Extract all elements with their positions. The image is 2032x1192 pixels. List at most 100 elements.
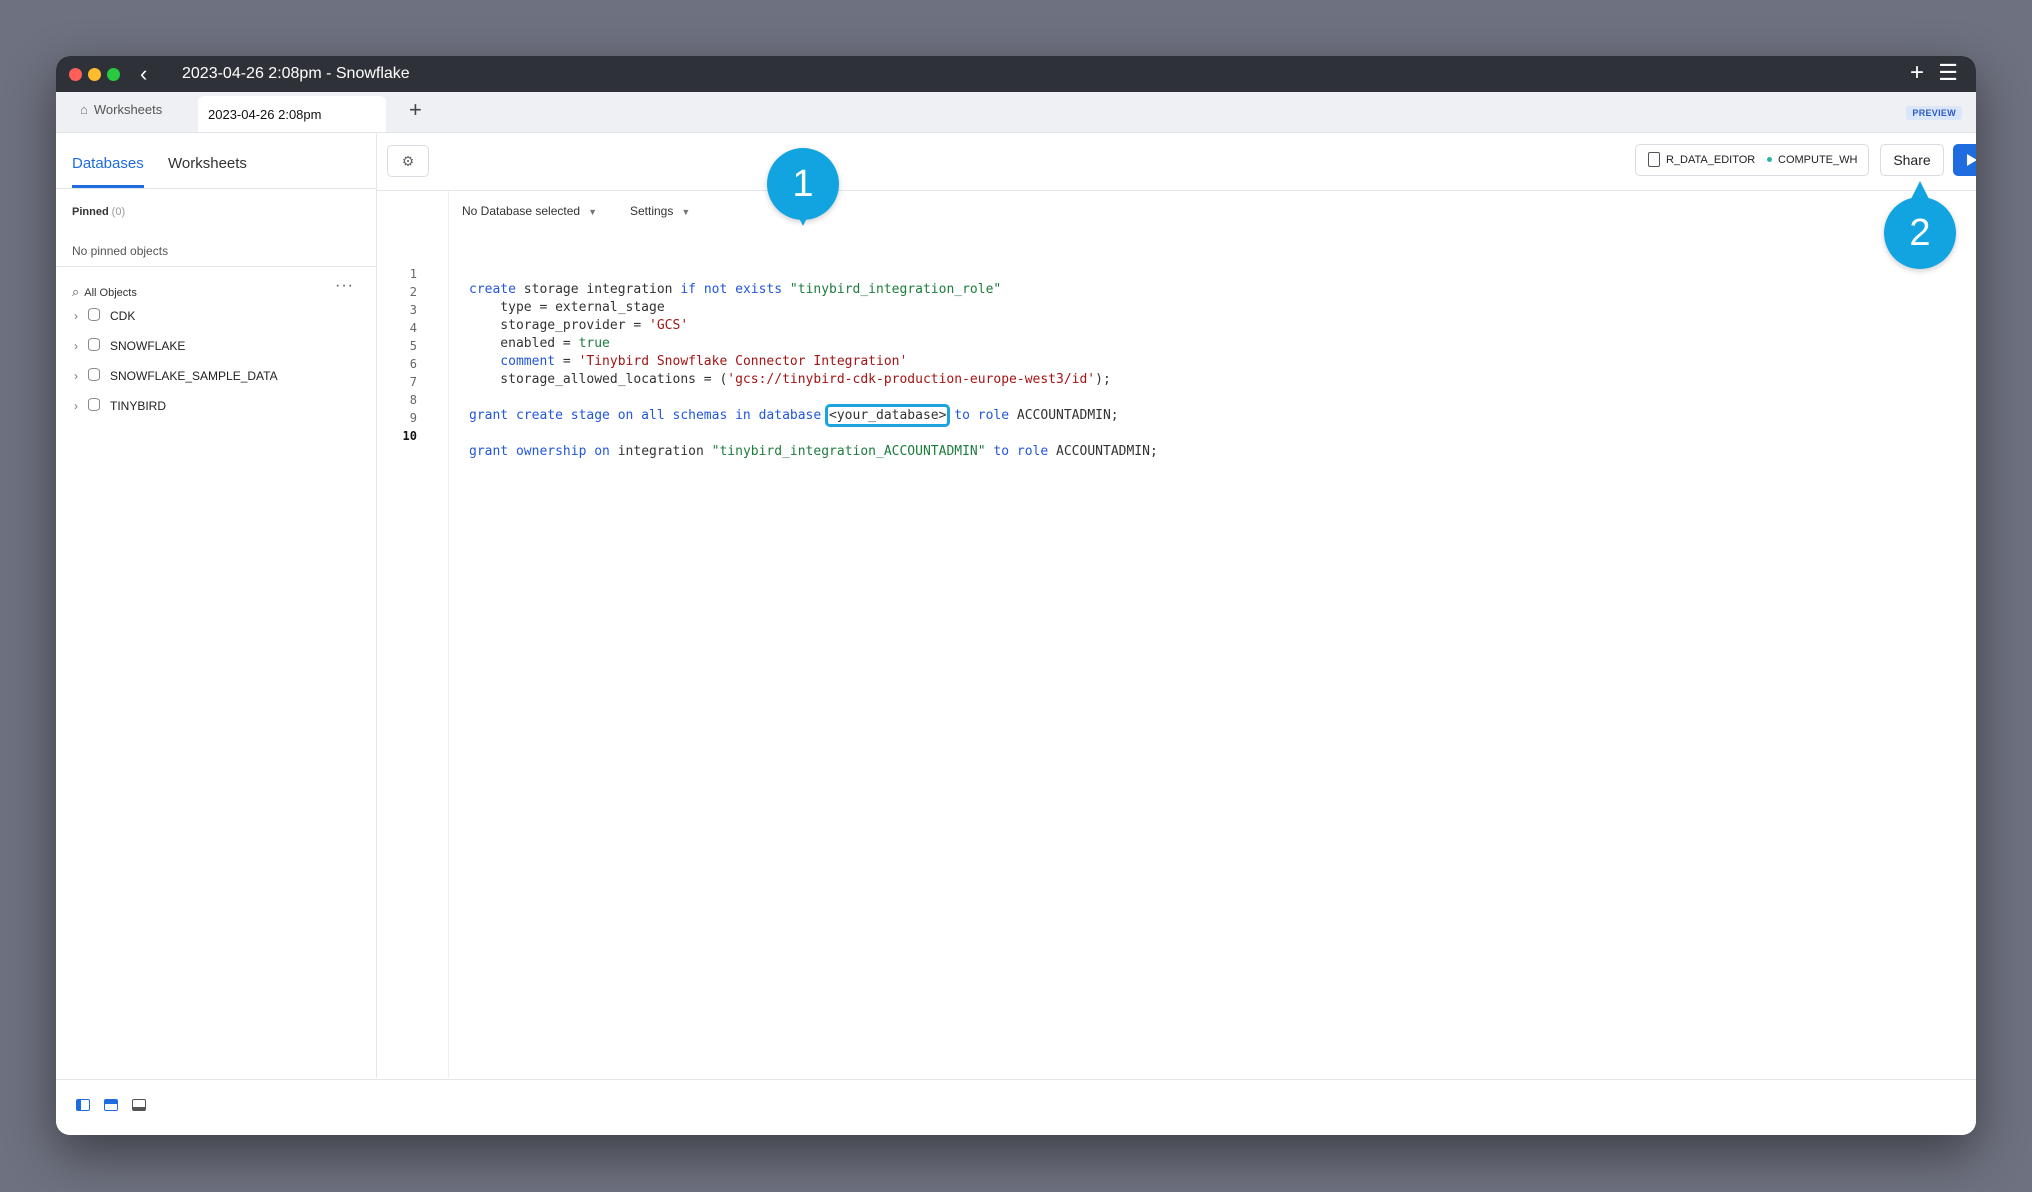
search-icon: ⌕ — [72, 284, 80, 299]
close-window-button[interactable] — [69, 68, 82, 81]
hamburger-menu-icon[interactable]: ☰ — [1938, 60, 1958, 86]
code-token: ACCOUNTADMIN; — [1048, 444, 1158, 459]
role-warehouse-selector[interactable]: R_DATA_EDITOR COMPUTE_WH — [1635, 144, 1869, 176]
chevron-right-icon[interactable]: › — [74, 369, 88, 383]
toggle-sidebar-icon[interactable] — [76, 1099, 90, 1111]
layout-footer — [56, 1079, 1976, 1135]
database-item-cdk[interactable]: › CDK — [74, 308, 135, 323]
database-item-tinybird[interactable]: › TINYBIRD — [74, 398, 166, 413]
warehouse-status-dot — [1767, 157, 1772, 162]
sidebar-tabs: Databases Worksheets — [56, 133, 376, 189]
minimize-window-button[interactable] — [88, 68, 101, 81]
keyword: to role — [985, 444, 1049, 459]
code-line: 7 — [377, 360, 424, 389]
sliders-icon: ⚙ — [401, 153, 415, 169]
code-text: grant ownership on integration "tinybird… — [469, 444, 1158, 459]
pinned-label: Pinned — [72, 206, 109, 218]
gutter-divider — [448, 191, 449, 1078]
code-text: type = external_stage — [469, 300, 665, 315]
tab-current-worksheet[interactable]: 2023-04-26 2:08pm — [198, 96, 386, 132]
string-literal: "tinybird_integration_ACCOUNTADMIN" — [711, 444, 986, 459]
code-text: storage_allowed_locations = ('gcs://tiny… — [469, 372, 1111, 387]
keyword: create — [469, 282, 516, 297]
maximize-window-button[interactable] — [107, 68, 120, 81]
database-icon — [88, 368, 100, 381]
line-number: 10 — [402, 429, 417, 443]
database-icon — [88, 398, 100, 411]
string-literal: 'Tinybird Snowflake Connector Integratio… — [578, 354, 908, 369]
tab-worksheets-home[interactable]: ⌂ Worksheets — [80, 102, 162, 117]
divider — [56, 266, 376, 267]
code-token: storage integration — [515, 282, 681, 297]
boolean-literal: true — [578, 336, 610, 351]
keyword: grant ownership on — [469, 444, 610, 459]
code-line: 10 grant ownership on integration "tinyb… — [377, 414, 1158, 459]
app-window: ‹ 2023-04-26 2:08pm - Snowflake + ☰ ⌂ Wor… — [56, 56, 1976, 1135]
more-options-icon[interactable]: ··· — [335, 277, 354, 295]
toggle-results-icon[interactable] — [132, 1099, 146, 1111]
code-text: create storage integration if not exists… — [469, 282, 1001, 297]
chevron-right-icon[interactable]: › — [74, 309, 88, 323]
share-button[interactable]: Share — [1880, 144, 1944, 176]
back-icon[interactable]: ‹ — [140, 62, 147, 86]
window-title: 2023-04-26 2:08pm - Snowflake — [182, 65, 410, 82]
database-name: SNOWFLAKE — [110, 339, 186, 353]
pinned-count: (0) — [111, 206, 126, 218]
keyword: to role — [954, 408, 1010, 423]
tab-databases[interactable]: Databases — [72, 155, 144, 172]
code-text: comment = 'Tinybird Snowflake Connector … — [469, 354, 907, 369]
keyword: if not exists — [680, 282, 783, 297]
code-token: storage_allowed_locations = ( — [469, 372, 728, 387]
string-literal: "tinybird_integration_role" — [782, 282, 1002, 297]
keyword: comment — [469, 354, 556, 369]
new-window-plus-icon[interactable]: + — [1910, 61, 1924, 85]
annotation-marker-2: 2 — [1884, 181, 1956, 269]
code-token: storage_provider = — [469, 318, 650, 333]
code-line: 9 — [377, 396, 424, 425]
play-icon — [1967, 154, 1976, 166]
role-badge-icon — [1648, 152, 1660, 167]
role-label: R_DATA_EDITOR — [1666, 154, 1756, 166]
tab-home-label: Worksheets — [93, 102, 163, 117]
chevron-right-icon[interactable]: › — [74, 399, 88, 413]
code-token: = — [555, 354, 579, 369]
code-line: 1 create storage integration if not exis… — [377, 252, 1001, 297]
annotation-marker-1: 1 — [767, 148, 839, 226]
worksheet-toolbar: ⚙ R_DATA_EDITOR COMPUTE_WH Share ⌄ — [377, 133, 1976, 191]
code-line: 3 storage_provider = 'GCS' — [377, 288, 688, 333]
run-button[interactable] — [1953, 144, 1976, 176]
tab-current-label: 2023-04-26 2:08pm — [208, 107, 322, 122]
filter-settings-button[interactable]: ⚙ — [387, 145, 429, 177]
code-token: integration — [609, 444, 712, 459]
code-line: 6 storage_allowed_locations = ('gcs://ti… — [377, 342, 1111, 387]
tab-bar: ⌂ Worksheets 2023-04-26 2:08pm + PREVIEW — [56, 92, 1976, 133]
database-placeholder-highlight[interactable]: <your_database> — [825, 404, 951, 427]
code-line: 8 grant create stage on all schemas in d… — [377, 378, 1119, 427]
code-line: 5 comment = 'Tinybird Snowflake Connecto… — [377, 324, 908, 369]
string-literal: 'GCS' — [649, 318, 689, 333]
settings-label: Settings — [630, 204, 674, 218]
database-selector-label: No Database selected — [462, 204, 581, 218]
all-objects-label: All Objects — [84, 287, 137, 299]
no-pinned-message: No pinned objects — [72, 244, 169, 258]
database-item-snowflake-sample-data[interactable]: › SNOWFLAKE_SAMPLE_DATA — [74, 368, 278, 383]
title-bar: ‹ 2023-04-26 2:08pm - Snowflake + ☰ — [56, 56, 1976, 92]
keyword: grant create stage on all schemas in dat… — [469, 408, 822, 423]
database-name: TINYBIRD — [110, 399, 167, 413]
settings-dropdown[interactable]: Settings ▼ — [630, 204, 690, 218]
database-name: SNOWFLAKE_SAMPLE_DATA — [110, 369, 278, 383]
tab-worksheets[interactable]: Worksheets — [168, 155, 247, 172]
database-icon — [88, 338, 100, 351]
code-token: enabled = — [469, 336, 579, 351]
home-icon: ⌂ — [80, 102, 88, 117]
chevron-right-icon[interactable]: › — [74, 339, 88, 353]
active-tab-indicator — [72, 185, 144, 188]
caret-down-icon: ▼ — [681, 207, 691, 217]
pinned-header[interactable]: Pinned (0) — [72, 206, 125, 218]
database-item-snowflake[interactable]: › SNOWFLAKE — [74, 338, 185, 353]
code-line: 4 enabled = true — [377, 306, 610, 351]
add-tab-plus-icon[interactable]: + — [409, 98, 422, 122]
all-objects-search[interactable]: ⌕ All Objects — [72, 284, 137, 300]
database-selector[interactable]: No Database selected ▼ — [462, 204, 597, 218]
toggle-editor-icon[interactable] — [104, 1099, 118, 1111]
